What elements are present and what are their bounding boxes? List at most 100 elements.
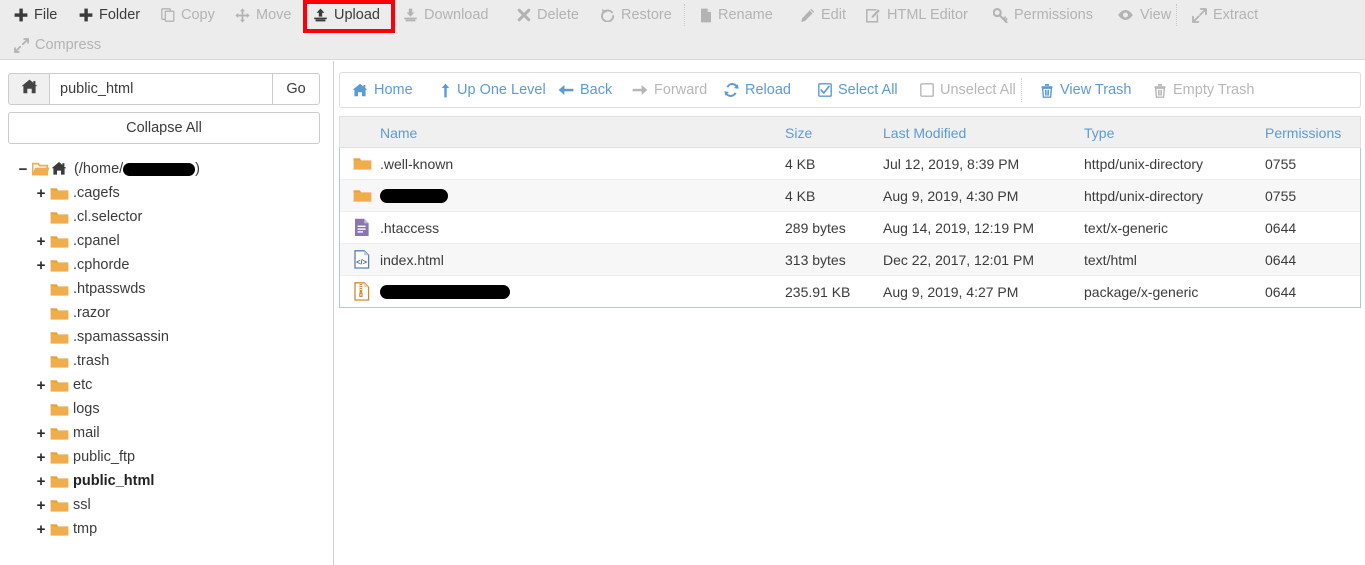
file-type-cell: text/x-generic: [1084, 219, 1169, 236]
file-modified-cell: Aug 9, 2019, 4:27 PM: [883, 283, 1019, 300]
upload-icon: [313, 8, 328, 22]
column-header-permissions[interactable]: Permissions: [1265, 117, 1341, 148]
file-name-cell[interactable]: .well-known: [380, 148, 453, 179]
column-header-name[interactable]: Name: [380, 117, 417, 148]
expand-plus-icon[interactable]: +: [34, 522, 48, 537]
file-name-cell[interactable]: [380, 276, 510, 307]
toolbar-edit-button[interactable]: Edit: [800, 0, 846, 30]
toolbar-row-primary: File Folder Copy Move Upload Download Delete Re…: [0, 0, 1365, 30]
toolbar-item-label: Compress: [35, 37, 102, 53]
nav-back-button[interactable]: Back: [558, 73, 612, 107]
tree-item-public_ftp[interactable]: + public_ftp: [0, 445, 334, 469]
nav-unselect-all-button[interactable]: Unselect All: [920, 73, 1016, 107]
toolbar-copy-button[interactable]: Copy: [161, 0, 215, 30]
toolbar-download-button[interactable]: Download: [403, 0, 489, 30]
tree-item-public_html[interactable]: + public_html: [0, 469, 334, 493]
toolbar-move-button[interactable]: Move: [235, 0, 291, 30]
tree-item-label: public_html: [73, 473, 155, 489]
tree-item-home[interactable]: − (/home/): [0, 157, 334, 181]
file-nav-divider: [1021, 78, 1022, 102]
file-size-cell: 4 KB: [785, 155, 816, 172]
html-editor-icon: [866, 7, 881, 23]
folder-icon: [50, 210, 69, 225]
expand-plus-icon[interactable]: +: [34, 234, 48, 249]
nav-reload-button[interactable]: Reload: [724, 73, 791, 107]
toolbar-permissions-button[interactable]: Permissions: [993, 0, 1093, 30]
tree-item-mail[interactable]: + mail: [0, 421, 334, 445]
tree-item-cphorde[interactable]: + .cphorde: [0, 253, 334, 277]
expand-plus-icon[interactable]: +: [34, 474, 48, 489]
folder-icon: [50, 282, 69, 297]
expand-plus-icon[interactable]: +: [34, 426, 48, 441]
expand-plus-icon[interactable]: +: [34, 186, 48, 201]
toolbar-upload-button[interactable]: Upload: [313, 0, 380, 30]
file-permissions-cell: 0644: [1265, 251, 1297, 268]
expand-plus-icon[interactable]: +: [34, 498, 48, 513]
expand-plus-icon[interactable]: +: [34, 378, 48, 393]
nav-empty-trash-button[interactable]: Empty Trash: [1153, 73, 1254, 107]
collapse-all-button[interactable]: Collapse All: [8, 112, 320, 144]
file-row[interactable]: .well-known 4 KB Jul 12, 2019, 8:39 PM http…: [340, 148, 1360, 180]
path-home-button[interactable]: [8, 73, 50, 105]
column-header-size[interactable]: Size: [785, 117, 812, 148]
path-input[interactable]: [50, 73, 272, 105]
right-arrow-icon: [632, 83, 648, 97]
tree-item-logs[interactable]: logs: [0, 397, 334, 421]
text-file-icon: [348, 212, 376, 243]
nav-select-all-button[interactable]: Select All: [818, 73, 898, 107]
tree-item-label: (/home/: [74, 161, 124, 177]
tree-item-label: .cphorde: [73, 257, 130, 273]
tree-item-label: public_ftp: [73, 449, 136, 465]
file-type-cell: httpd/unix-directory: [1084, 187, 1204, 204]
file-permissions-cell: 0644: [1265, 283, 1297, 300]
toolbar-html-editor-button[interactable]: HTML Editor: [866, 0, 968, 30]
file-row[interactable]: 4 KB Aug 9, 2019, 4:30 PM httpd/unix-direc…: [340, 180, 1360, 212]
tree-item-ssl[interactable]: + ssl: [0, 493, 334, 517]
compress-icon: [14, 37, 29, 53]
tree-item-label: ssl: [73, 497, 91, 513]
tree-item-spamassassin[interactable]: .spamassassin: [0, 325, 334, 349]
toolbar-extract-button[interactable]: Extract: [1192, 0, 1258, 30]
tree-item-trash[interactable]: .trash: [0, 349, 334, 373]
nav-home-button[interactable]: Home: [352, 73, 413, 107]
tree-item-razor[interactable]: .razor: [0, 301, 334, 325]
file-name-cell[interactable]: [380, 180, 448, 211]
tree-item-htpasswds[interactable]: .htpasswds: [0, 277, 334, 301]
nav-forward-button[interactable]: Forward: [632, 73, 707, 107]
file-row[interactable]: 235.91 KB Aug 9, 2019, 4:27 PM package/x-g…: [340, 276, 1360, 307]
expand-plus-icon[interactable]: +: [34, 450, 48, 465]
file-row[interactable]: .htaccess 289 bytes Aug 14, 2019, 12:19 PM…: [340, 212, 1360, 244]
expand-plus-icon[interactable]: +: [34, 258, 48, 273]
go-button[interactable]: Go: [272, 73, 320, 105]
file-row[interactable]: </> index.html 313 bytes Dec 22, 2017, 12:0…: [340, 244, 1360, 276]
nav-view-trash-button[interactable]: View Trash: [1040, 73, 1131, 107]
column-header-modified[interactable]: Last Modified: [883, 117, 966, 148]
toolbar-folder-button[interactable]: Folder: [79, 0, 140, 30]
file-name-cell[interactable]: .htaccess: [380, 212, 439, 243]
toolbar-divider: [1176, 4, 1177, 26]
collapse-minus-icon[interactable]: −: [16, 162, 30, 177]
toolbar-file-button[interactable]: File: [14, 0, 57, 30]
redacted-text: [380, 284, 510, 299]
toolbar-delete-button[interactable]: Delete: [517, 0, 579, 30]
left-arrow-icon: [558, 83, 574, 97]
nav-up-one-level-button[interactable]: Up One Level: [440, 73, 546, 107]
toolbar-item-label: Copy: [181, 7, 215, 23]
folder-icon: [348, 180, 376, 211]
tree-item-tmp[interactable]: + tmp: [0, 517, 334, 541]
column-header-type[interactable]: Type: [1084, 117, 1114, 148]
file-name-cell[interactable]: index.html: [380, 244, 444, 275]
toolbar-item-label: Delete: [537, 7, 579, 23]
toolbar-item-label: HTML Editor: [887, 7, 968, 23]
toolbar-rename-button[interactable]: Rename: [700, 0, 773, 30]
plus-icon: [79, 8, 93, 22]
toolbar-restore-button[interactable]: Restore: [600, 0, 672, 30]
tree-item-clselector[interactable]: .cl.selector: [0, 205, 334, 229]
tree-item-etc[interactable]: + etc: [0, 373, 334, 397]
toolbar-view-button[interactable]: View: [1117, 0, 1171, 30]
file-type-cell: text/html: [1084, 251, 1137, 268]
tree-item-cpanel[interactable]: + .cpanel: [0, 229, 334, 253]
tree-item-cagefs[interactable]: + .cagefs: [0, 181, 334, 205]
download-icon: [403, 8, 418, 22]
toolbar-compress-button[interactable]: Compress: [14, 30, 101, 60]
